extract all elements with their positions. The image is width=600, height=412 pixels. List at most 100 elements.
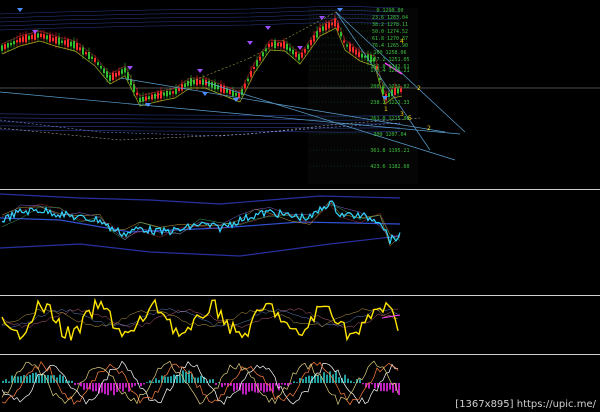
cci-panel[interactable] (0, 296, 600, 354)
histogram-bar (359, 379, 361, 383)
histogram-bar (20, 376, 22, 383)
candle-body (55, 36, 57, 44)
candle-body (169, 91, 171, 95)
histogram-bar (236, 383, 238, 390)
histogram-bar (296, 382, 298, 383)
histogram-bar (233, 383, 235, 392)
candle-body (202, 79, 204, 85)
histogram-bar (125, 383, 127, 388)
histogram-bar (26, 376, 28, 383)
candle-body (16, 40, 18, 43)
histogram-bar (383, 383, 385, 392)
candle-body (253, 66, 255, 70)
candle-body (280, 42, 282, 47)
oscillator-band-upper (0, 193, 401, 205)
candle-body (28, 35, 30, 40)
fractal-down-marker (202, 92, 208, 96)
histogram-bar (290, 383, 292, 385)
histogram-bar (113, 383, 115, 396)
candle-body (235, 92, 237, 96)
candle-body (244, 83, 246, 89)
candle-body (352, 47, 354, 53)
candle-body (82, 47, 84, 55)
histogram-bar (29, 374, 31, 383)
histogram-bar (86, 383, 88, 389)
histogram-bar (302, 379, 304, 383)
candle-body (343, 40, 345, 43)
price-chart-panel[interactable]: 0 1290.00 23.6 1283.04 38.2 1278.11 50.0 12… (0, 0, 600, 188)
histogram-bar (83, 383, 85, 390)
wave-count-label: 2 (417, 85, 421, 92)
histogram-bar (122, 383, 124, 392)
histogram-bar (80, 383, 82, 387)
candle-body (328, 22, 330, 29)
histogram-bar (200, 375, 202, 383)
histogram-bar (362, 383, 364, 385)
candle-body (301, 52, 303, 58)
candle-body (286, 43, 288, 50)
histogram-bar (371, 383, 373, 385)
candle-body (310, 39, 312, 46)
histogram-bar (68, 380, 70, 383)
host-url-link[interactable]: https://upic.me/ (517, 399, 596, 410)
candle-body (229, 89, 231, 95)
candle-body (100, 65, 102, 69)
fib-level-label: 176.4 1236.21 (370, 68, 409, 74)
histogram-bar (59, 374, 61, 383)
histogram-bar (335, 371, 337, 383)
image-size-label: [1367x895] (455, 399, 514, 410)
candle-body (304, 49, 306, 53)
histogram-bar (131, 383, 133, 388)
histogram-bar (242, 383, 244, 395)
candle-body (13, 41, 15, 45)
candle-body (103, 68, 105, 74)
histogram-bar (368, 383, 370, 389)
histogram-bar (209, 379, 211, 383)
candle-body (361, 53, 363, 58)
candle-body (289, 47, 291, 52)
histogram-bar (17, 376, 19, 383)
fib-level-label: 23.6 1283.04 (372, 15, 408, 21)
histogram-bar (62, 376, 64, 383)
candle-body (322, 26, 324, 31)
candle-body (19, 37, 21, 43)
candle-body (220, 84, 222, 93)
histogram-bar (326, 374, 328, 383)
wave-count-label: 4 (400, 38, 404, 45)
candle-body (190, 78, 192, 86)
histogram-bar (212, 379, 214, 383)
candle-body (31, 34, 33, 40)
candle-body (76, 43, 78, 50)
cci-line (1, 297, 399, 342)
candle-body (163, 92, 165, 96)
candle-body (73, 41, 75, 49)
candle-body (4, 44, 6, 50)
candle-body (115, 72, 117, 77)
candle-body (52, 37, 54, 42)
histogram-bar (317, 375, 319, 383)
fib-level-label: 300 1207.04 (373, 132, 406, 138)
histogram-bar (263, 383, 265, 393)
candle-body (118, 71, 120, 76)
candle-body (172, 91, 174, 94)
candle-body (64, 40, 66, 45)
histogram-bar (149, 380, 151, 383)
oscillator-chart (0, 193, 401, 257)
histogram-bar (338, 377, 340, 383)
candle-body (187, 80, 189, 86)
oscillator-panel[interactable] (0, 190, 600, 295)
histogram-bar (38, 375, 40, 383)
candle-body (67, 39, 69, 48)
histogram-bar (2, 380, 4, 383)
histogram-bar (155, 378, 157, 383)
histogram-bar (134, 383, 136, 386)
price-chart[interactable]: 0 1290.0023.6 1283.0438.2 1278.1150.0 12… (0, 0, 600, 188)
candle-body (7, 43, 9, 48)
candle-body (1, 45, 3, 51)
histogram-bar (197, 377, 199, 383)
candle-body (157, 92, 159, 99)
histogram-bar (278, 383, 280, 391)
histogram-bar (308, 375, 310, 383)
candle-body (295, 52, 297, 58)
histogram-bar (281, 383, 283, 385)
